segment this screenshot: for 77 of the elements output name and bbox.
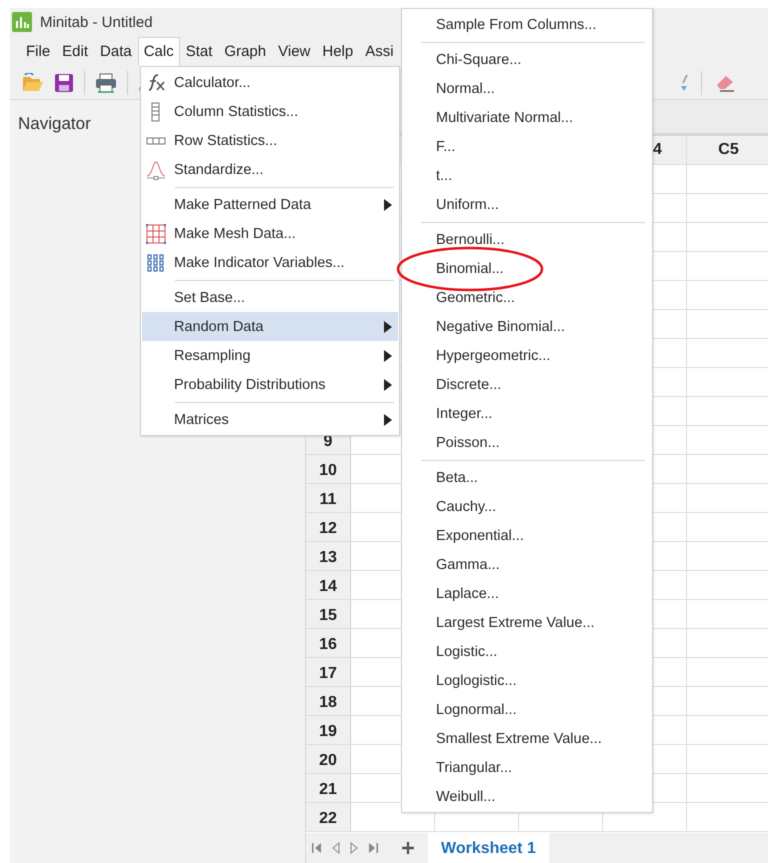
row-number: 17 xyxy=(306,658,351,686)
menu-item[interactable]: Resampling xyxy=(142,341,398,370)
menu-item[interactable]: Bernoulli... xyxy=(403,225,651,254)
menu-item[interactable]: Column Statistics... xyxy=(142,97,398,126)
previous-sheet-icon[interactable] xyxy=(332,842,340,854)
mesh-grid-icon xyxy=(146,224,166,244)
menu-item[interactable]: Geometric... xyxy=(403,283,651,312)
menu-bar-item[interactable]: Data xyxy=(94,36,138,66)
row-number: 18 xyxy=(306,687,351,715)
first-sheet-icon[interactable] xyxy=(312,842,322,854)
menu-item[interactable]: Set Base... xyxy=(142,283,398,312)
menu-item[interactable]: Multivariate Normal... xyxy=(403,103,651,132)
menu-item[interactable]: Make Mesh Data... xyxy=(142,219,398,248)
print-icon[interactable] xyxy=(95,72,117,92)
menu-bar-item[interactable]: Edit xyxy=(56,36,94,66)
row-number: 22 xyxy=(306,803,351,831)
menu-bar-item[interactable]: Help xyxy=(316,36,360,66)
next-sheet-icon[interactable] xyxy=(350,842,358,854)
row-number: 14 xyxy=(306,571,351,599)
menu-bar-item[interactable]: Calc xyxy=(138,36,180,66)
menu-item[interactable]: Binomial... xyxy=(403,254,651,283)
sheet-tab[interactable]: Worksheet 1 xyxy=(428,833,549,863)
menu-item[interactable]: Poisson... xyxy=(403,428,651,457)
add-sheet-icon[interactable] xyxy=(402,842,414,854)
menu-item[interactable]: Standardize... xyxy=(142,155,398,184)
menu-item[interactable]: Hypergeometric... xyxy=(403,341,651,370)
menu-item[interactable]: Make Indicator Variables... xyxy=(142,248,398,277)
arrow-icon[interactable] xyxy=(681,72,689,92)
row-number: 10 xyxy=(306,455,351,483)
row-number: 12 xyxy=(306,513,351,541)
bell-curve-icon xyxy=(146,160,166,180)
menu-item[interactable]: Beta... xyxy=(403,463,651,492)
row-number: 11 xyxy=(306,484,351,512)
menu-item[interactable]: Sample From Columns... xyxy=(403,10,651,39)
window-title: Minitab - Untitled xyxy=(40,14,153,30)
indicator-variables-icon xyxy=(146,252,166,272)
menu-bar-item[interactable]: Stat xyxy=(180,36,218,66)
row-number: 19 xyxy=(306,716,351,744)
menu-item[interactable]: Integer... xyxy=(403,399,651,428)
menu-item[interactable]: Uniform... xyxy=(403,190,651,219)
menu-item[interactable]: Calculator... xyxy=(142,68,398,97)
row-number: 20 xyxy=(306,745,351,773)
menu-item[interactable]: Triangular... xyxy=(403,753,651,782)
menu-item[interactable]: Normal... xyxy=(403,74,651,103)
menu-bar-item[interactable]: Assi xyxy=(359,36,400,66)
menu-item[interactable]: Laplace... xyxy=(403,579,651,608)
row-number: 13 xyxy=(306,542,351,570)
menu-item[interactable]: Loglogistic... xyxy=(403,666,651,695)
menu-item[interactable]: Probability Distributions xyxy=(142,370,398,399)
save-icon[interactable] xyxy=(54,72,74,92)
open-folder-icon[interactable] xyxy=(22,72,44,92)
navigator-title: Navigator xyxy=(18,114,91,133)
column-header: C5 xyxy=(687,136,768,164)
menu-item[interactable]: Largest Extreme Value... xyxy=(403,608,651,637)
menu-item[interactable]: Cauchy... xyxy=(403,492,651,521)
menu-item[interactable]: t... xyxy=(403,161,651,190)
menu-item[interactable]: Chi-Square... xyxy=(403,45,651,74)
row-number: 16 xyxy=(306,629,351,657)
row-number: 15 xyxy=(306,600,351,628)
fx-icon xyxy=(146,72,166,92)
menu-bar-item[interactable]: File xyxy=(20,36,56,66)
menu-item[interactable]: Weibull... xyxy=(403,782,651,811)
menu-item[interactable]: Random Data xyxy=(142,312,398,341)
menu-item[interactable]: Make Patterned Data xyxy=(142,190,398,219)
menu-item[interactable]: Logistic... xyxy=(403,637,651,666)
menu-item[interactable]: Discrete... xyxy=(403,370,651,399)
menu-item[interactable]: Gamma... xyxy=(403,550,651,579)
menu-bar-item[interactable]: View xyxy=(272,36,316,66)
row-number: 21 xyxy=(306,774,351,802)
app-logo-icon xyxy=(12,12,32,32)
menu-item[interactable]: Smallest Extreme Value... xyxy=(403,724,651,753)
menu-item[interactable]: Lognormal... xyxy=(403,695,651,724)
menu-item[interactable]: Exponential... xyxy=(403,521,651,550)
menu-item[interactable]: Row Statistics... xyxy=(142,126,398,155)
menu-item[interactable]: Negative Binomial... xyxy=(403,312,651,341)
menu-bar-item[interactable]: Graph xyxy=(218,36,272,66)
last-sheet-icon[interactable] xyxy=(368,842,378,854)
